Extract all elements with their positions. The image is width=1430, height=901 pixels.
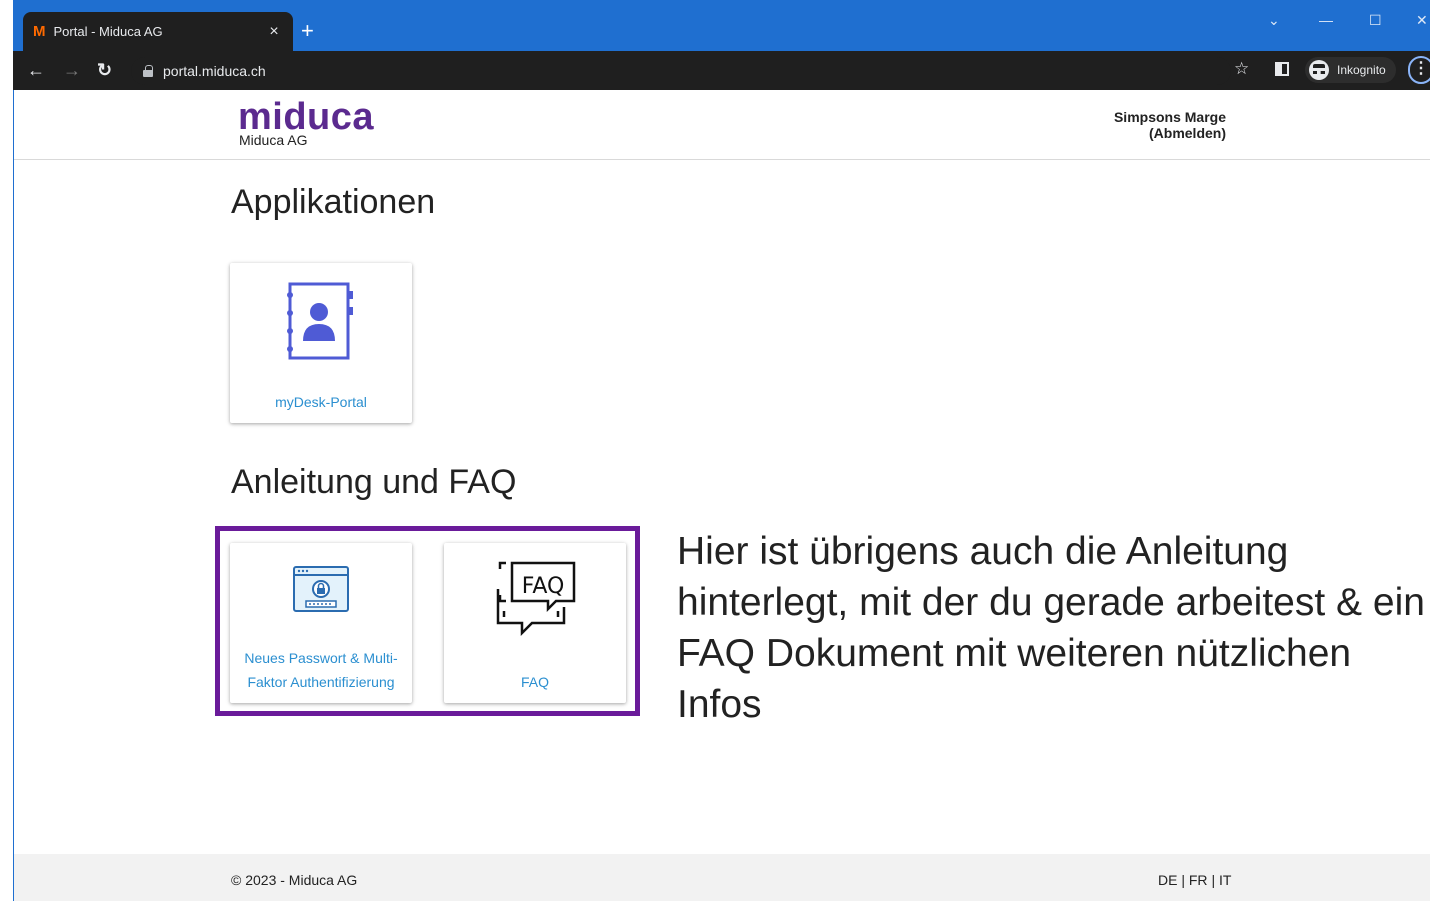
browser-toolbar: ← → ↻ portal.miduca.ch ☆ Inkognito ⋮ [13,51,1430,90]
faq-icon-text: FAQ [522,574,565,599]
url-text[interactable]: portal.miduca.ch [163,63,266,79]
guide-card-faq[interactable]: FAQ FAQ [444,543,626,703]
tab-title: Portal - Miduca AG [53,24,163,39]
browser-tab-strip: M Portal - Miduca AG × + ⌄ — ☐ ✕ [13,0,1430,51]
miduca-favicon-icon: M [33,23,46,40]
language-it[interactable]: IT [1219,872,1231,888]
tab-close-icon[interactable]: × [265,23,283,41]
language-separator: | [1211,872,1216,888]
company-name: Miduca AG [239,132,308,148]
close-window-icon[interactable]: ✕ [1416,12,1428,29]
copyright: © 2023 - Miduca AG [231,872,358,888]
faq-speech-bubbles-icon: FAQ [496,561,576,637]
mydesk-card-label: myDesk-Portal [275,394,367,410]
bookmark-star-icon[interactable]: ☆ [1234,59,1249,79]
page-viewport: miduca Miduca AG Simpsons Marge (Abmelde… [13,90,1430,901]
browser-menu-icon[interactable]: ⋮ [1408,56,1430,84]
password-mfa-card-label: Neues Passwort & Multi- Faktor Authentif… [230,646,412,694]
reload-icon[interactable]: ↻ [97,59,112,81]
language-de[interactable]: DE [1158,872,1177,888]
password-mfa-label-line2: Faktor Authentifizierung [247,674,395,690]
forward-arrow-icon[interactable]: → [63,59,81,81]
section-title-applications: Applikationen [231,183,436,221]
password-mfa-label-line1: Neues Passwort & Multi- [244,650,398,666]
page-footer: © 2023 - Miduca AG DE | FR | IT [14,854,1430,901]
faq-card-label: FAQ [520,674,549,690]
tab-search-chevron-icon[interactable]: ⌄ [1268,12,1280,29]
instruction-callout: Hier ist übrigens auch die Anleitung hin… [677,530,1425,726]
page-header: miduca Miduca AG Simpsons Marge (Abmelde… [14,90,1430,160]
guide-card-password-mfa[interactable]: Neues Passwort & Multi- Faktor Authentif… [230,543,412,703]
app-card-mydesk[interactable]: myDesk-Portal [230,263,412,423]
incognito-indicator[interactable]: Inkognito [1305,57,1396,83]
incognito-icon [1309,60,1329,80]
logout-link[interactable]: (Abmelden) [1074,125,1226,141]
back-arrow-icon[interactable]: ← [27,59,45,81]
address-book-icon [287,282,353,360]
lock-icon [143,65,153,77]
miduca-logo[interactable]: miduca [238,98,374,136]
maximize-window-icon[interactable]: ☐ [1369,12,1382,29]
incognito-label: Inkognito [1337,63,1386,77]
language-fr[interactable]: FR [1189,872,1208,888]
user-info: Simpsons Marge (Abmelden) [1074,109,1226,141]
side-panel-icon[interactable] [1275,62,1289,76]
secure-login-window-icon [293,566,349,612]
language-switcher: DE | FR | IT [1158,872,1231,888]
user-name: Simpsons Marge [1113,109,1226,125]
section-title-guide-faq: Anleitung und FAQ [231,463,517,501]
new-tab-button[interactable]: + [301,20,314,42]
minimize-window-icon[interactable]: — [1319,12,1333,28]
browser-tab[interactable]: M Portal - Miduca AG × [23,12,293,51]
address-bar[interactable]: portal.miduca.ch [131,57,1231,85]
language-separator: | [1181,872,1185,888]
